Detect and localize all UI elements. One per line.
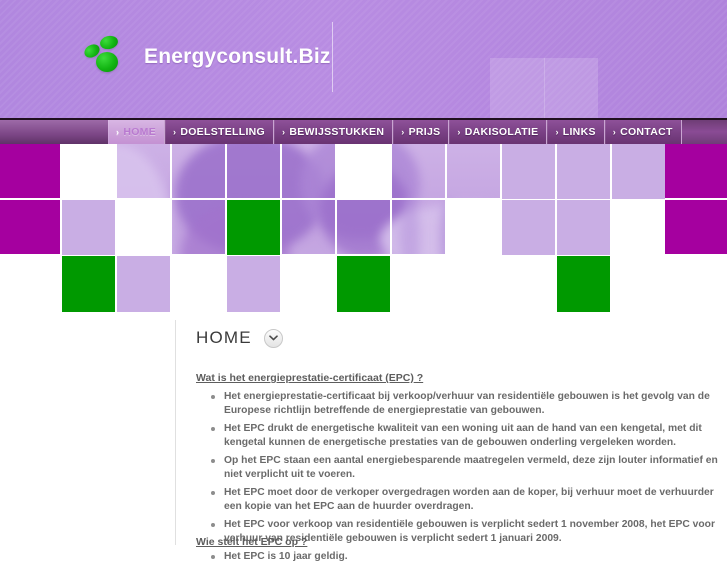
- main-content: HOME Wat is het energieprestatie-certifi…: [0, 312, 727, 562]
- section-link-epc-label: Wat is het energieprestatie-certificaat …: [196, 372, 414, 384]
- mosaic-tile-white: [62, 144, 115, 199]
- mosaic-tile-lilac: [502, 200, 555, 255]
- content-left-divider: [175, 320, 176, 545]
- nav-item-label: HOME: [123, 126, 157, 138]
- chevron-right-icon: ›: [457, 127, 461, 137]
- mosaic-tile-lilac: [502, 144, 555, 199]
- nav-item-label: LINKS: [562, 126, 596, 138]
- chevron-right-icon: ›: [555, 127, 559, 137]
- nav-item-contact[interactable]: › CONTACT: [604, 120, 682, 144]
- chevron-right-icon: ›: [173, 127, 177, 137]
- mosaic-accent-green: [337, 256, 390, 312]
- mosaic-gutter: [390, 256, 392, 312]
- mosaic-accent-green: [62, 256, 115, 312]
- mosaic-tile-lilac: [612, 144, 665, 199]
- nav-item-label: PRIJS: [408, 126, 441, 138]
- mosaic-gutter: [445, 256, 447, 312]
- mosaic-gutter: [170, 256, 172, 312]
- list-item: Op het EPC staan een aantal energiebespa…: [211, 454, 719, 482]
- mosaic-tile-lilac: [557, 144, 610, 199]
- header-vertical-divider: [332, 22, 333, 92]
- section-link-wie[interactable]: Wie stelt het EPC op ?: [196, 536, 307, 548]
- nav-item-bewijsstukken[interactable]: › BEWIJSSTUKKEN: [274, 120, 394, 144]
- section-link-epc[interactable]: Wat is het energieprestatie-certificaat …: [196, 372, 423, 384]
- nav-item-label: DOELSTELLING: [180, 126, 266, 138]
- page-title: HOME: [196, 328, 252, 347]
- nav-item-doelstelling[interactable]: › DOELSTELLING: [165, 120, 275, 144]
- mosaic-tile-white: [337, 144, 390, 199]
- three-green-leaves-logo-icon: [82, 34, 130, 82]
- nav-item-label: CONTACT: [620, 126, 673, 138]
- chevron-right-icon: ›: [116, 127, 120, 137]
- mosaic-tile-lilac: [62, 200, 115, 255]
- nav-left-filler: [0, 120, 108, 144]
- mosaic-tile-white: [612, 200, 665, 255]
- header-decorative-block: [490, 58, 598, 118]
- mosaic-gutter: [335, 256, 337, 312]
- mosaic-tile-white: [117, 200, 170, 255]
- chevron-down-icon[interactable]: [263, 328, 283, 348]
- list-item: Het EPC drukt de energetische kwaliteit …: [211, 422, 719, 450]
- chevron-right-icon: ›: [612, 127, 617, 137]
- mosaic-gutter: [60, 256, 62, 312]
- main-navigation: › HOME › DOELSTELLING › BEWIJSSTUKKEN › …: [0, 118, 727, 146]
- list-item: Het energieprestatie-certificaat bij ver…: [211, 390, 719, 418]
- nav-item-list: › HOME › DOELSTELLING › BEWIJSSTUKKEN › …: [108, 120, 682, 144]
- list-item: Het EPC moet door de verkoper overgedrag…: [211, 486, 719, 514]
- section-link-wie-label: Wie stelt het EPC op: [196, 536, 299, 548]
- mosaic-accent-green: [227, 200, 280, 255]
- mosaic-gutter: [225, 256, 227, 312]
- mosaic-gutter: [660, 256, 662, 312]
- page-title-row: HOME: [196, 328, 283, 348]
- nav-item-links[interactable]: › LINKS: [547, 120, 605, 144]
- nav-item-label: DAKISOLATIE: [464, 126, 539, 138]
- nav-item-prijs[interactable]: › PRIJS: [393, 120, 450, 144]
- banner-photo-mosaic: [0, 144, 727, 312]
- nav-item-dakisolatie[interactable]: › DAKISOLATIE: [449, 120, 548, 144]
- mosaic-gutter: [115, 256, 117, 312]
- section-link-wie-suffix: ?: [298, 536, 308, 548]
- mosaic-accent-green: [557, 256, 610, 312]
- mosaic-tile-lilac: [557, 200, 610, 255]
- nav-item-label: BEWIJSSTUKKEN: [289, 126, 385, 138]
- mosaic-gutter: [610, 256, 612, 312]
- site-header: Energyconsult.Biz: [0, 0, 727, 118]
- mosaic-gutter: [280, 256, 282, 312]
- logo-leaf-large: [96, 52, 118, 72]
- section-link-epc-suffix: ?: [413, 372, 424, 384]
- mosaic-tile-lilac: [227, 256, 280, 312]
- chevron-right-icon: ›: [401, 127, 405, 137]
- mosaic-tile-lilac: [117, 256, 170, 312]
- chevron-right-icon: ›: [282, 127, 286, 137]
- mosaic-gutter: [555, 256, 557, 312]
- logo-leaf-small-top: [98, 34, 120, 51]
- mosaic-tile-white: [447, 200, 500, 255]
- site-title: Energyconsult.Biz: [144, 45, 331, 68]
- list-item: Het EPC is 10 jaar geldig.: [211, 550, 719, 564]
- mosaic-gutter: [500, 256, 502, 312]
- nav-item-home[interactable]: › HOME: [108, 120, 166, 144]
